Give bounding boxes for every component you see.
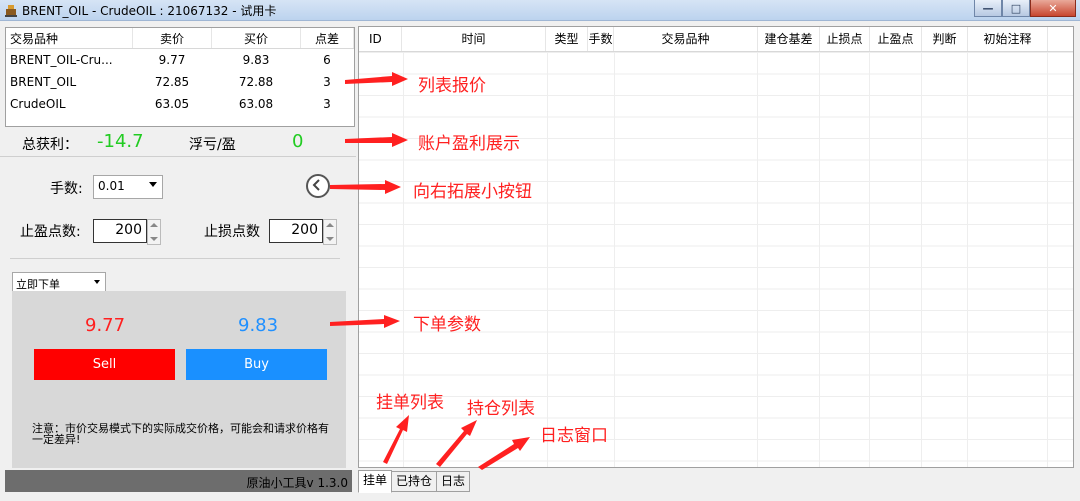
arrow-icon	[330, 315, 400, 328]
annotation-arrows	[330, 72, 530, 470]
arrow-icon	[330, 180, 401, 194]
arrow-icon	[345, 72, 408, 86]
arrow-icon	[345, 133, 408, 147]
arrow-icon	[436, 420, 477, 467]
arrow-icon	[478, 437, 530, 470]
main-window: BRENT_OIL - CrudeOIL : 21067132 - 试用卡 — …	[0, 0, 1080, 501]
arrow-icon	[383, 415, 409, 464]
